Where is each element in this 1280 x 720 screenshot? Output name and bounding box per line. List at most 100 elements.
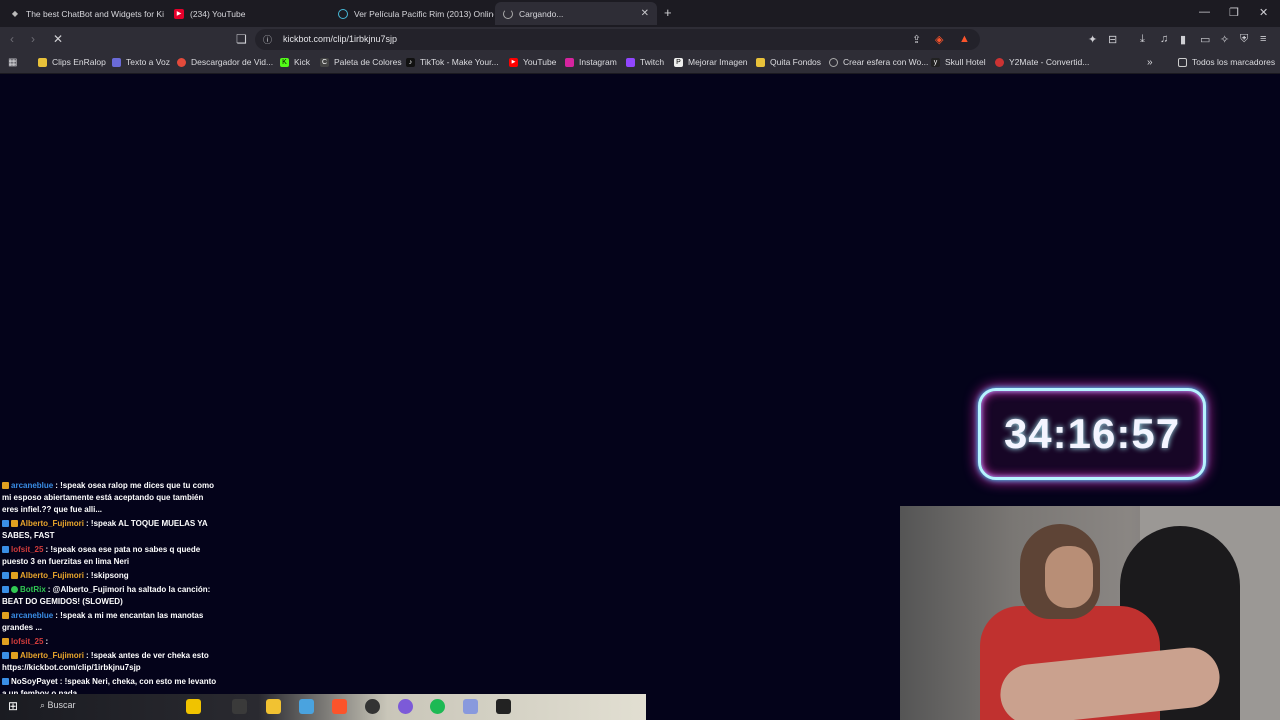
bookmark-item[interactable]: Crear esfera con Wo... <box>829 57 928 67</box>
vpn-icon[interactable]: ⛨ <box>1240 33 1248 46</box>
timer-value: 34:16:57 <box>1003 410 1181 457</box>
tab-search-icon[interactable]: ⊟ <box>1108 33 1117 46</box>
bookmark-icon[interactable]: ❏ <box>236 32 247 46</box>
chat-username: Alberto_Fujimori <box>20 571 85 580</box>
chat-overlay: arcaneblue: !speak osea ralop me dices q… <box>0 480 222 720</box>
forward-icon[interactable]: › <box>31 32 35 46</box>
badge-icon <box>11 586 18 594</box>
bookmark-favicon-icon <box>112 57 121 67</box>
bookmark-item[interactable]: ▶ YouTube <box>509 57 556 67</box>
store-icon[interactable] <box>299 699 314 714</box>
chat-message: Alberto_Fujimori: !speak antes de ver ch… <box>0 650 222 674</box>
chat-message: lofsit_25: <box>0 636 222 648</box>
wallet-icon[interactable]: ▭ <box>1200 33 1210 46</box>
more-bookmarks-icon[interactable]: » <box>1147 57 1153 68</box>
brave-icon[interactable] <box>332 699 347 714</box>
tab-title: (234) YouTube <box>190 8 246 19</box>
tab-loading[interactable]: Cargando... ✕ <box>495 2 657 25</box>
badge-icon <box>2 612 9 620</box>
bookmark-item[interactable]: Twitch <box>626 57 664 67</box>
badge-icon <box>2 586 9 594</box>
bookmark-item[interactable]: K Kick <box>280 57 310 67</box>
bookmark-item[interactable]: Y2Mate - Convertid... <box>995 57 1089 67</box>
chat-message: lofsit_25: !speak osea ese pata no sabes… <box>0 544 222 568</box>
bookmark-item[interactable]: y Skull Hotel <box>931 57 986 67</box>
apps-grid-icon[interactable]: ▦ <box>8 57 17 68</box>
all-bookmarks-folder[interactable]: Todos los marcadores <box>1178 57 1275 67</box>
chat-username: arcaneblue <box>11 611 54 620</box>
bookmark-favicon-icon <box>38 57 47 67</box>
close-icon[interactable]: ✕ <box>641 8 649 19</box>
app-icon[interactable] <box>398 699 413 714</box>
tab-kickbot[interactable]: ◆ The best ChatBot and Widgets for Ki <box>2 2 166 25</box>
bookmark-item[interactable]: Texto a Voz <box>112 57 170 67</box>
music-icon[interactable]: ♫ <box>1160 33 1168 45</box>
back-icon[interactable]: ‹ <box>10 32 14 46</box>
chat-message: BotRix: @Alberto_Fujimori ha saltado la … <box>0 584 222 608</box>
youtube-icon: ▶ <box>509 57 518 67</box>
windows-start-icon[interactable]: ⊞ <box>8 699 23 714</box>
globe-icon <box>829 57 838 67</box>
chat-username: Alberto_Fujimori <box>20 651 85 660</box>
minimize-icon[interactable]: — <box>1199 6 1210 18</box>
sidebar-icon[interactable]: ▮ <box>1180 33 1186 46</box>
badge-icon <box>2 638 9 646</box>
tab-youtube[interactable]: ▶ (234) YouTube <box>166 2 330 25</box>
folder-icon <box>1178 57 1187 67</box>
task-view-icon[interactable] <box>232 699 247 714</box>
bookmark-item[interactable]: Quita Fondos <box>756 57 821 67</box>
badge-icon <box>2 572 9 580</box>
badge-icon <box>2 546 9 554</box>
download-icon[interactable]: ⤓ <box>1140 33 1145 46</box>
chat-username: lofsit_25 <box>11 545 44 554</box>
webcam-feed <box>900 506 1280 720</box>
copilot-icon[interactable] <box>186 699 201 714</box>
chat-text: : <box>45 637 49 646</box>
site-info-icon[interactable]: ⓘ <box>263 33 272 46</box>
menu-icon[interactable]: ≡ <box>1260 33 1266 45</box>
tab-title: Cargando... <box>519 8 564 19</box>
taskbar <box>0 694 646 720</box>
tab-pacific-rim[interactable]: Ver Película Pacific Rim (2013) Online <box>330 2 494 25</box>
chat-username: lofsit_25 <box>11 637 44 646</box>
obs-icon[interactable] <box>365 699 380 714</box>
app-icon[interactable] <box>463 699 478 714</box>
file-explorer-icon[interactable] <box>266 699 281 714</box>
y2mate-icon <box>995 57 1004 67</box>
leo-icon[interactable]: ✧ <box>1220 33 1229 46</box>
badge-icon <box>11 572 18 580</box>
chat-text: : !skipsong <box>86 571 129 580</box>
bookmark-favicon-icon <box>177 57 186 67</box>
neon-timer: 34:16:57 <box>978 388 1206 480</box>
url-text[interactable]: kickbot.com/clip/1irbkjnu7sjp <box>283 34 397 44</box>
loading-icon <box>503 8 513 19</box>
bookmark-item[interactable]: P Mejorar Imagen <box>674 57 748 67</box>
bookmark-item[interactable]: ♪ TikTok - Make Your... <box>406 57 499 67</box>
bookmark-item[interactable]: Clips EnRalop <box>38 57 106 67</box>
badge-icon <box>11 652 18 660</box>
chat-message: arcaneblue: !speak a mi me encantan las … <box>0 610 222 634</box>
bookmark-item[interactable]: Instagram <box>565 57 617 67</box>
share-icon[interactable]: ⇪ <box>912 33 921 46</box>
restore-icon[interactable]: ❐ <box>1229 6 1239 19</box>
new-tab-button[interactable]: + <box>664 5 672 20</box>
palette-icon: C <box>320 57 329 67</box>
badge-icon <box>2 678 9 686</box>
globe-icon <box>338 8 348 19</box>
chat-message: arcaneblue: !speak osea ralop me dices q… <box>0 480 222 516</box>
bookmark-item[interactable]: C Paleta de Colores <box>320 57 402 67</box>
badge-icon <box>2 520 9 528</box>
bookmark-favicon-icon <box>756 57 765 67</box>
spotify-icon[interactable] <box>430 699 445 714</box>
bookmark-item[interactable]: Descargador de Vid... <box>177 57 273 67</box>
taskbar-search[interactable]: ⌕ Buscar <box>40 700 76 711</box>
brave-rewards-icon[interactable]: ▲ <box>959 33 970 45</box>
brave-shields-icon[interactable]: ◈ <box>935 33 943 46</box>
chat-message: Alberto_Fujimori: !skipsong <box>0 570 222 582</box>
close-window-icon[interactable]: ✕ <box>1259 6 1268 19</box>
extensions-icon[interactable]: ✦ <box>1088 33 1097 46</box>
enhance-icon: P <box>674 57 683 67</box>
kick-icon: K <box>280 57 289 67</box>
stop-loading-icon[interactable]: ✕ <box>53 32 63 46</box>
app-icon[interactable] <box>496 699 511 714</box>
